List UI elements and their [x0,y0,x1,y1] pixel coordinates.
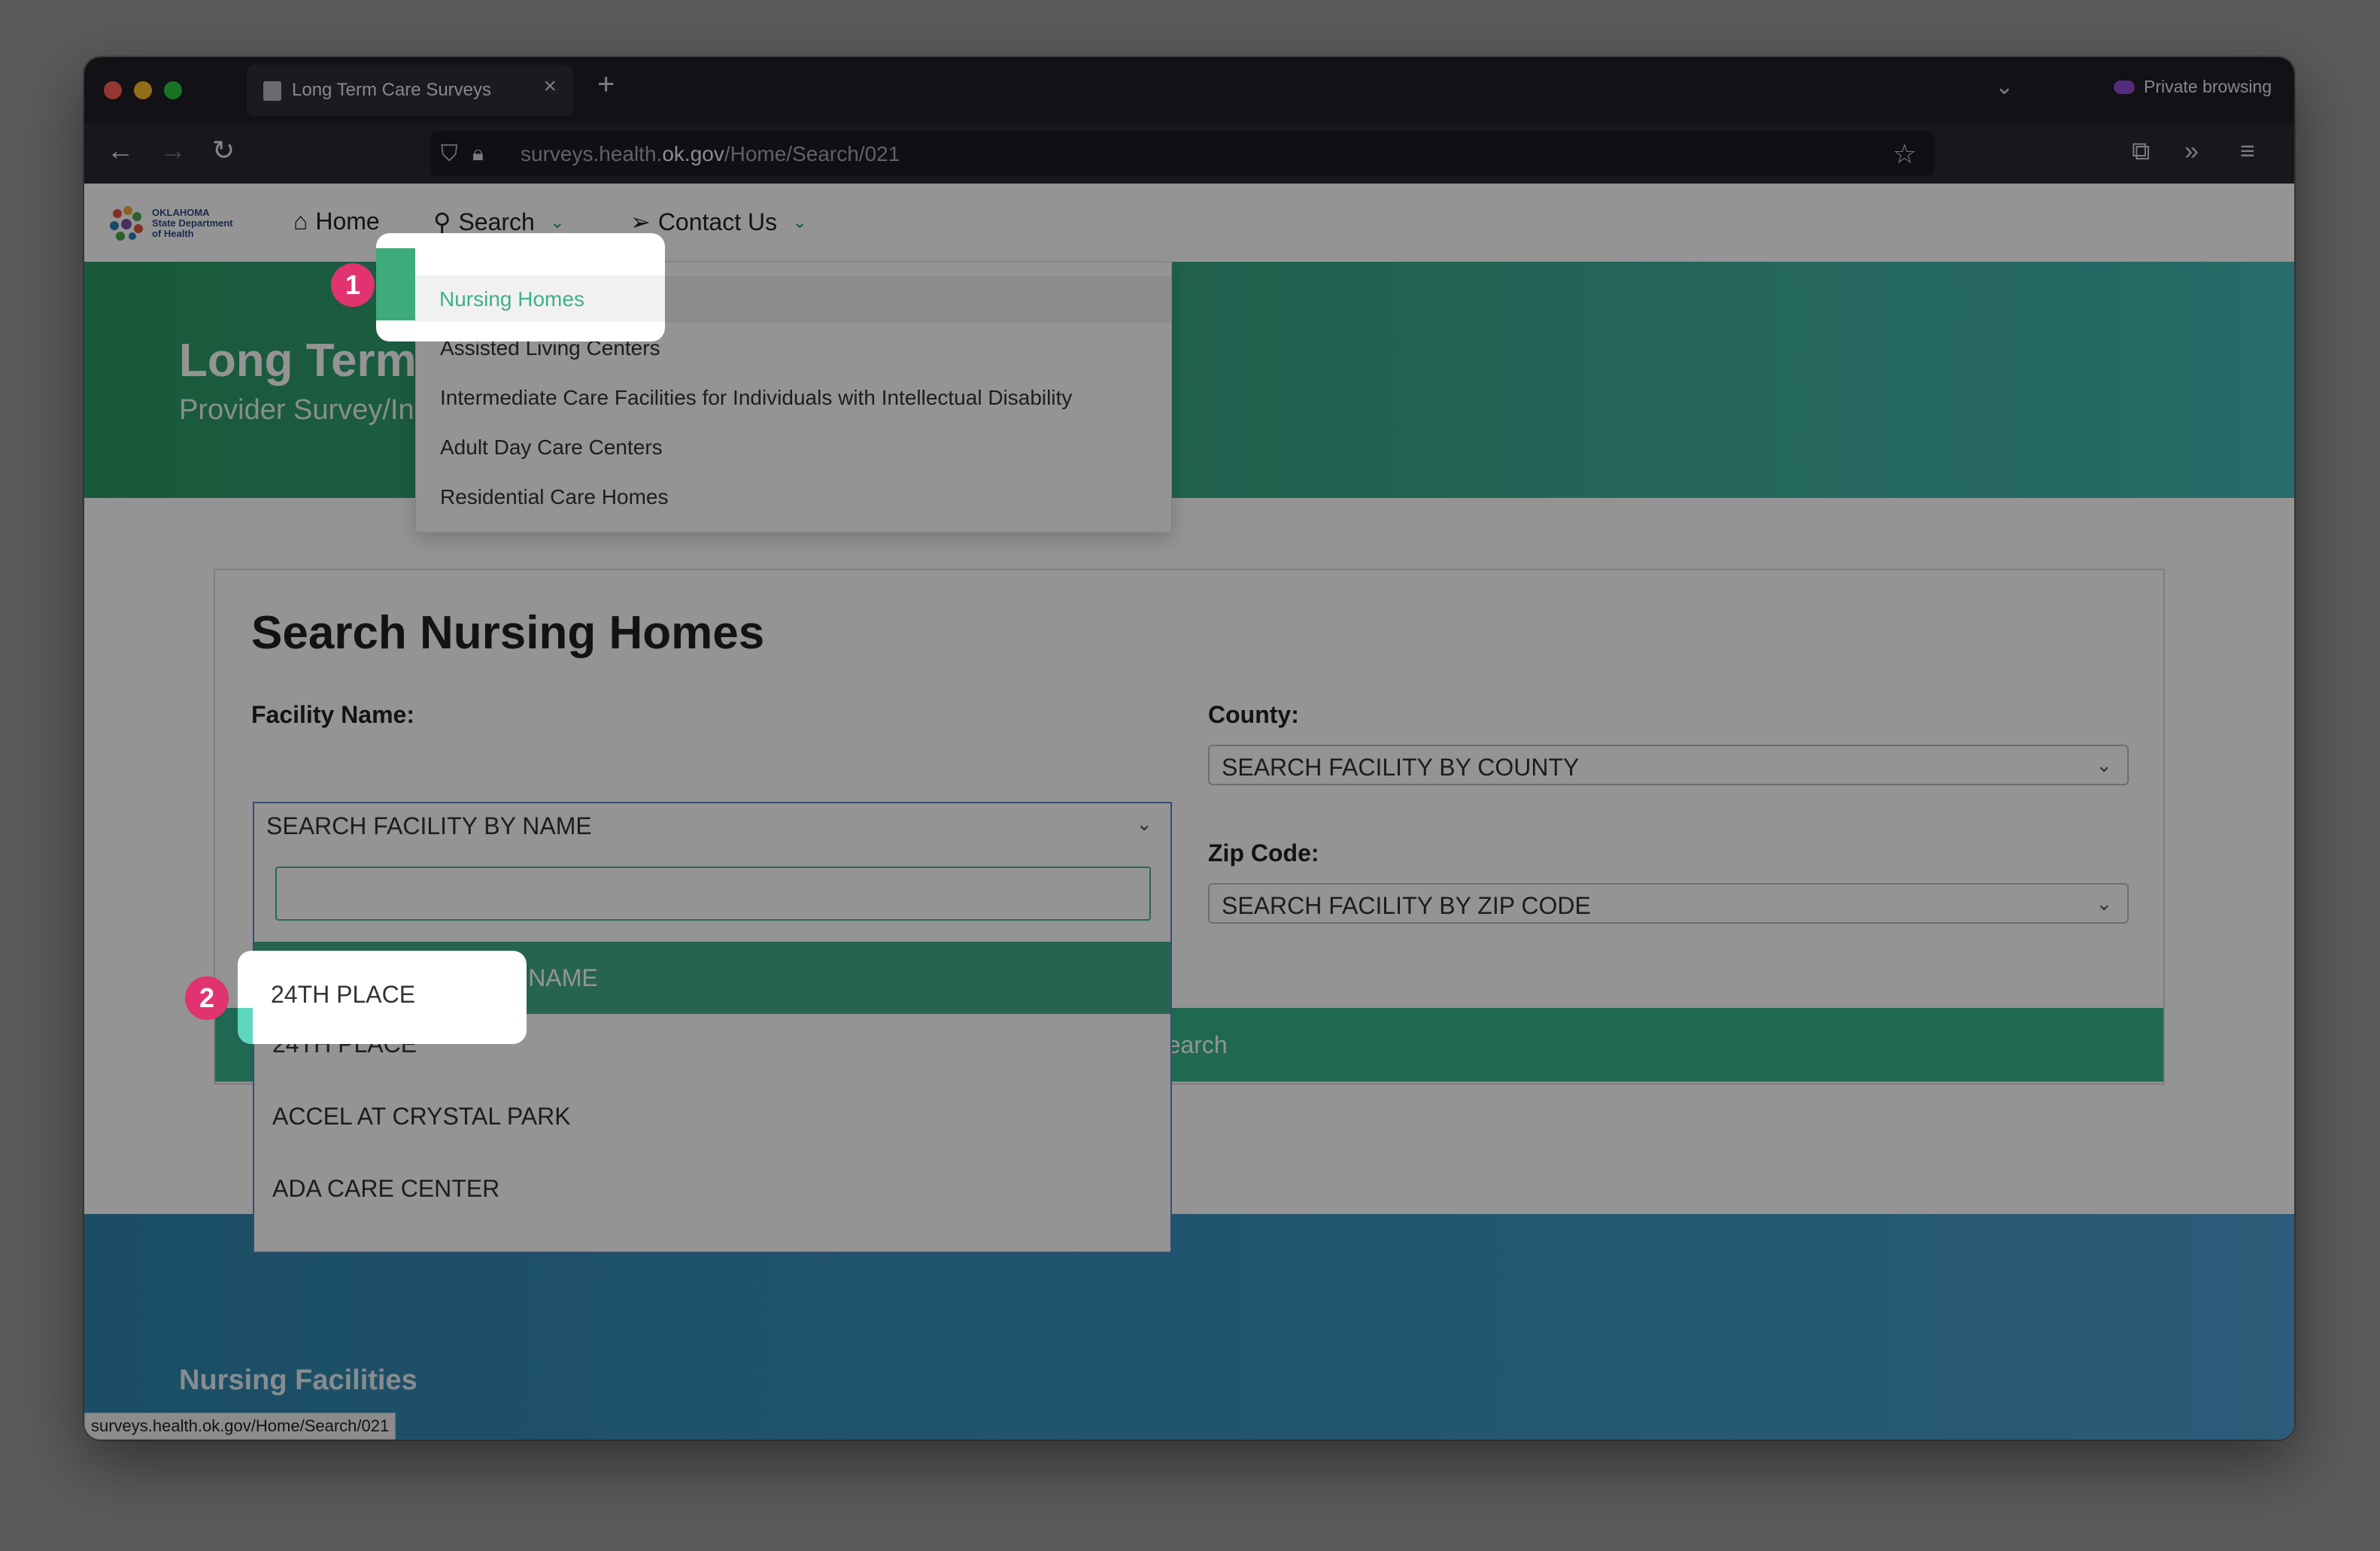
county-label: County: [1208,701,1299,728]
browser-tab[interactable]: Long Term Care Surveys × [247,65,573,116]
nav-search-label: Search [458,208,535,235]
link-status-bar: surveys.health.ok.gov/Home/Search/021 [84,1413,396,1440]
facility-filter-input[interactable] [275,867,1151,921]
chevron-down-icon: ⌄ [1136,812,1152,835]
nav-search[interactable]: ⚲ Search ⌄ [433,208,565,236]
logo-text-line: OKLAHOMA [152,207,210,218]
home-icon: ⌂ [293,208,308,235]
private-mask-icon [2114,80,2135,94]
tab-title: Long Term Care Surveys [292,80,492,100]
back-icon[interactable]: ← [107,137,134,164]
private-browsing-label: Private browsing [2144,77,2272,96]
navigation-toolbar: ← → ↻ ⛉ 🔒︎ surveys.health.ok.gov/Home/Se… [84,123,2294,184]
logo-text-line: State Department [152,217,233,229]
step-2-marker: 2 [185,976,229,1020]
facility-name-select-value: SEARCH FACILITY BY NAME [266,812,592,839]
highlight-24th-place-text: 24TH PLACE [271,981,416,1008]
list-tabs-icon[interactable]: ⌄ [1995,74,2014,100]
nav-contact-label: Contact Us [657,208,778,235]
chevron-down-icon: ⌄ [549,211,565,232]
chevron-down-icon: ⌄ [792,211,808,232]
nav-home-label: Home [315,208,380,235]
url-text[interactable]: surveys.health.ok.gov/Home/Search/021 [521,142,900,166]
shield-icon[interactable]: ⛉ [441,141,458,167]
address-bar[interactable]: ⛉ 🔒︎ surveys.health.ok.gov/Home/Search/0… [430,131,1935,176]
chevron-down-icon: ⌄ [2096,754,2112,776]
highlight-24th-place: 24TH PLACE [238,951,527,1044]
county-select[interactable]: SEARCH FACILITY BY COUNTY ⌄ [1208,745,2129,785]
highlight-nursing-homes-text: Nursing Homes [439,287,584,311]
zip-code-select[interactable]: SEARCH FACILITY BY ZIP CODE ⌄ [1208,883,2129,924]
site-logo[interactable]: OKLAHOMA State Department of Health [107,202,250,244]
paper-plane-icon: ➢ [630,208,651,235]
forward-icon[interactable]: → [159,137,187,164]
extensions-icon[interactable]: ⧉ [2132,137,2150,166]
minimize-window-button[interactable] [134,81,152,99]
zip-code-label: Zip Code: [1208,839,1319,867]
menu-item-residential-care[interactable]: Residential Care Homes [440,485,668,509]
facility-name-label: Facility Name: [251,701,414,728]
step-1-marker: 1 [331,263,375,307]
tab-bar: Long Term Care Surveys × + ⌄ Private bro… [84,57,2294,123]
chevron-down-icon: ⌄ [2096,892,2112,915]
hero-title: Long Term [179,335,417,387]
zoom-window-button[interactable] [164,81,182,99]
footer-title: Nursing Facilities [179,1364,417,1396]
overflow-chevrons-icon[interactable]: » [2184,137,2199,166]
private-browsing-indicator: Private browsing [2114,77,2272,97]
web-page: OKLAHOMA State Department of Health ⌂ Ho… [84,184,2294,1440]
menu-item-intermediate-care[interactable]: Intermediate Care Facilities for Individ… [440,386,1072,410]
option-accel-crystal-park[interactable]: ACCEL AT CRYSTAL PARK [272,1103,571,1131]
close-window-button[interactable] [104,81,122,99]
hero-subtitle: Provider Survey/In [179,394,414,426]
zip-code-select-value: SEARCH FACILITY BY ZIP CODE [1222,892,1591,919]
page-title: Search Nursing Homes [251,607,765,659]
county-select-value: SEARCH FACILITY BY COUNTY [1222,754,1580,781]
logo-mark-icon [110,206,143,241]
logo-text-line: of Health [152,228,194,239]
app-menu-icon[interactable]: ≡ [2240,137,2255,166]
highlight-nursing-homes: Nursing Homes [376,233,665,341]
nav-contact[interactable]: ➢ Contact Us ⌄ [630,208,807,236]
bookmark-star-icon[interactable]: ☆ [1893,138,1917,170]
lock-icon[interactable]: 🔒︎ [472,141,484,166]
page-icon [263,81,281,101]
reload-icon[interactable]: ↻ [212,137,235,164]
new-tab-button[interactable]: + [597,69,615,99]
option-ada-care-center[interactable]: ADA CARE CENTER [272,1175,499,1203]
close-tab-icon[interactable]: × [543,75,557,98]
menu-item-adult-day-care[interactable]: Adult Day Care Centers [440,436,663,460]
nav-home[interactable]: ⌂ Home [293,208,380,235]
search-icon: ⚲ [433,208,451,235]
